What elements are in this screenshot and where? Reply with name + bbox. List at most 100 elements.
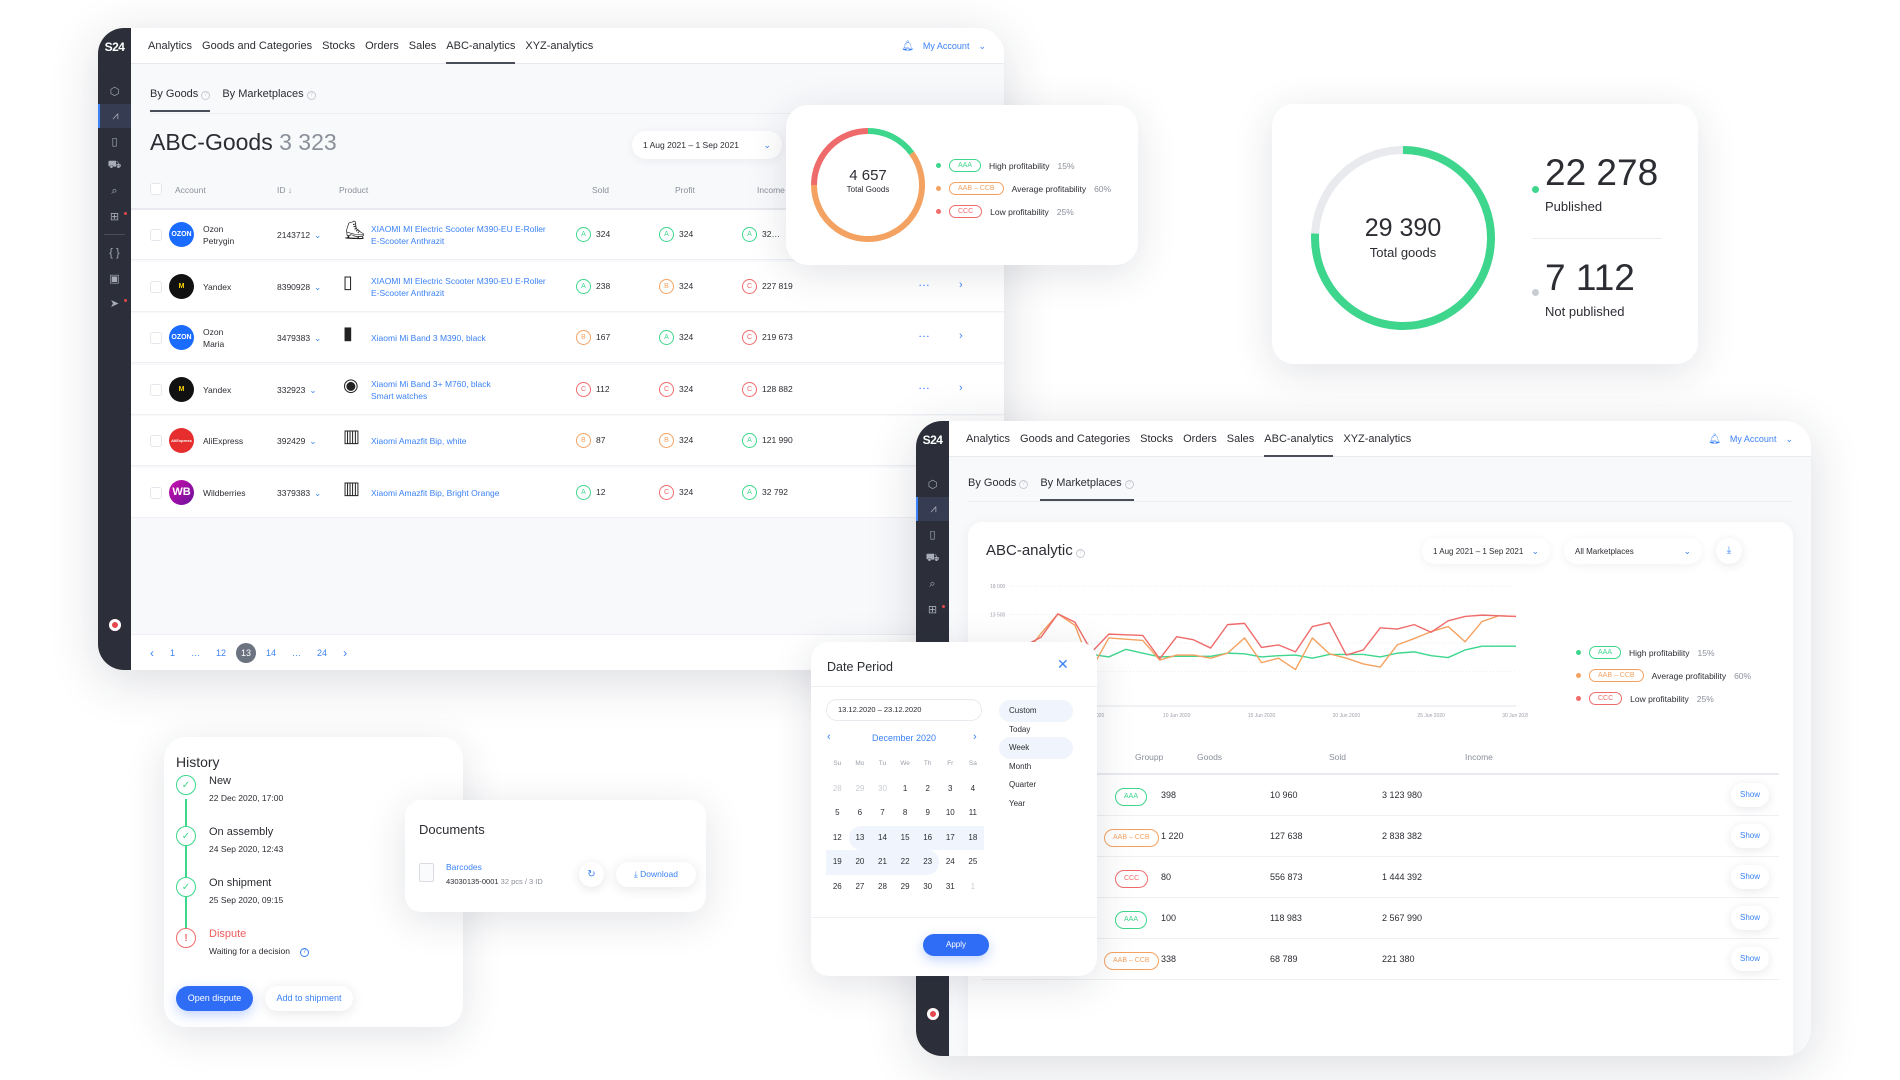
subtab-by-goods[interactable]: By Goods? (150, 88, 211, 112)
show-button[interactable]: Show (1731, 824, 1769, 848)
help-icon[interactable]: ? (1019, 480, 1029, 489)
help-icon[interactable]: ? (1124, 480, 1134, 489)
row-checkbox[interactable] (150, 435, 162, 447)
nav-sales[interactable]: Sales (409, 28, 437, 64)
nav-abc-analytics[interactable]: ABC-analytics (1264, 421, 1334, 457)
more-icon[interactable]: ··· (919, 279, 931, 291)
date-range-select[interactable]: 1 Aug 2021 – 1 Sep 2021 ⌄ (632, 131, 782, 159)
col-product[interactable]: Product (339, 185, 368, 195)
calendar-day[interactable]: 4 (962, 777, 985, 802)
send-icon[interactable]: ➤ (98, 291, 131, 315)
uk-flag-icon[interactable] (98, 613, 131, 637)
product-id[interactable]: 8390928 ⌄ (277, 281, 321, 293)
calendar-day[interactable]: 5 (826, 801, 849, 826)
col-sold[interactable]: Sold (592, 185, 609, 195)
nav-abc-analytics[interactable]: ABC-analytics (446, 28, 516, 64)
calendar-day[interactable]: 26 (826, 875, 849, 900)
help-icon[interactable]: ? (201, 91, 211, 100)
product-link[interactable]: Xiaomi Mi Band 3 M390, black (371, 332, 486, 344)
nav-stocks[interactable]: Stocks (322, 28, 355, 64)
nav-stocks[interactable]: Stocks (1140, 421, 1173, 457)
open-dispute-button[interactable]: Open dispute (176, 986, 253, 1011)
product-link[interactable]: Xiaomi Amazfit Bip, white (371, 435, 466, 447)
page-13[interactable]: 13 (236, 643, 257, 663)
preset-year[interactable]: Year (999, 793, 1073, 815)
calendar-day[interactable]: 19 (826, 850, 849, 875)
show-button[interactable]: Show (1731, 906, 1769, 930)
product-link[interactable]: Xiaomi Amazfit Bip, Bright Orange (371, 487, 500, 499)
date-range-input[interactable]: 13.12.2020 – 23.12.2020 (826, 699, 982, 721)
row-checkbox[interactable] (150, 486, 162, 499)
nav-xyz-analytics[interactable]: XYZ-analytics (1343, 421, 1411, 457)
table-row[interactable]: AliExpress AliExpress 392429 ⌄ ▥ Xiaomi Amazf… (131, 416, 1004, 466)
calendar-day[interactable]: 9 (916, 801, 939, 826)
nav-sales[interactable]: Sales (1227, 421, 1255, 457)
col-income[interactable]: Income (757, 185, 785, 195)
nav-analytics[interactable]: Analytics (966, 421, 1010, 457)
calendar-day[interactable]: 15 (893, 825, 917, 850)
table-row[interactable]: AAB – CCB 1 220 127 638 2 838 382 Show (982, 816, 1779, 857)
help-icon[interactable]: ? (299, 948, 309, 957)
prev-page-button[interactable]: ‹ (150, 646, 154, 660)
calendar-day[interactable]: 16 (916, 825, 939, 850)
row-checkbox[interactable] (150, 229, 162, 241)
nav-orders[interactable]: Orders (1183, 421, 1217, 457)
calendar-day[interactable]: 12 (826, 826, 849, 851)
subtab-by-goods[interactable]: By Goods? (968, 477, 1029, 501)
image-icon[interactable]: ▣ (98, 266, 131, 290)
download-icon[interactable]: ⤓ (1716, 538, 1742, 564)
calendar-day[interactable]: 1 (894, 777, 917, 802)
calendar-day[interactable]: 3 (939, 777, 962, 802)
truck-icon[interactable]: ⛟ (98, 154, 131, 178)
calendar-day[interactable]: 10 (939, 801, 962, 826)
table-row[interactable]: M Yandex 8390928 ⌄ ▯ XIAOMI MI Electric Scoot… (131, 261, 1004, 312)
box-icon[interactable]: ⬡ (98, 79, 131, 103)
calendar-day[interactable]: 2 (916, 777, 939, 802)
show-button[interactable]: Show (1731, 783, 1769, 807)
calendar-day[interactable]: 8 (894, 801, 917, 826)
chart-icon[interactable]: ⩘ (98, 104, 131, 128)
product-id[interactable]: 3379383 ⌄ (277, 487, 321, 499)
page-12[interactable]: 12 (216, 648, 226, 658)
search-icon[interactable]: ⌕ (98, 179, 131, 203)
bag-icon[interactable]: ▯ (916, 522, 949, 546)
calendar-day[interactable]: 17 (938, 825, 962, 850)
more-icon[interactable]: ··· (919, 330, 931, 342)
download-button[interactable]: ⤓ Download (616, 862, 696, 887)
row-checkbox[interactable] (150, 383, 162, 396)
apply-button[interactable]: Apply (923, 934, 989, 956)
select-all-checkbox[interactable] (150, 183, 162, 195)
product-link[interactable]: XIAOMI MI Electric Scooter M390-EU E-Rol… (371, 223, 546, 247)
table-row[interactable]: CCC 80 556 873 1 444 392 Show (982, 857, 1779, 898)
table-row[interactable]: WBWildberriesAAA100118 9832 567 990Show (982, 898, 1779, 939)
nav-goods-and-categories[interactable]: Goods and Categories (1020, 421, 1130, 457)
chevron-right-icon[interactable]: › (959, 330, 963, 342)
col-profit[interactable]: Profit (675, 185, 695, 195)
calendar-day[interactable]: 21 (871, 850, 894, 875)
calendar-day[interactable]: 6 (849, 801, 872, 826)
col-group[interactable]: Groupp (1135, 752, 1163, 762)
my-account-button[interactable]: My Account (923, 41, 970, 51)
table-row[interactable]: WBWildberriesAAB – CCB33868 789221 380Sh… (982, 939, 1779, 980)
close-icon[interactable]: ✕ (1057, 656, 1069, 673)
col-income[interactable]: Income (1465, 752, 1493, 762)
truck-icon[interactable]: ⛟ (916, 547, 949, 571)
nav-analytics[interactable]: Analytics (148, 28, 192, 64)
product-id[interactable]: 332923 ⌄ (277, 384, 317, 396)
calendar-day[interactable]: 23 (916, 850, 939, 875)
my-account-button[interactable]: My Account (1730, 434, 1777, 444)
bag-icon[interactable]: ▯ (98, 129, 131, 153)
calendar-day[interactable]: 31 (939, 875, 962, 900)
basket-icon[interactable]: ⊞ (916, 597, 949, 621)
calendar-day[interactable]: 28 (871, 875, 894, 900)
help-icon[interactable]: ? (1075, 549, 1085, 558)
refresh-icon[interactable]: ↻ (579, 862, 604, 887)
calendar-day[interactable]: 20 (848, 850, 872, 875)
calendar-day[interactable]: 25 (962, 850, 985, 875)
add-to-shipment-button[interactable]: Add to shipment (265, 986, 353, 1011)
col-sold[interactable]: Sold (1329, 752, 1346, 762)
row-checkbox[interactable] (150, 280, 162, 293)
calendar-day[interactable]: 18 (961, 825, 985, 850)
show-button[interactable]: Show (1731, 947, 1769, 971)
product-link[interactable]: Xiaomi Mi Band 3+ M760, black Smart watch… (371, 378, 491, 402)
